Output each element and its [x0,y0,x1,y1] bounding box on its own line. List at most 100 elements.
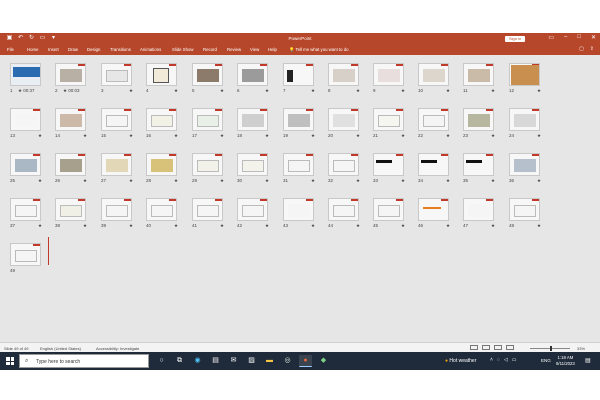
slide-thumbnail-28[interactable]: 28 ★ [146,153,186,195]
slide-thumbnail-43[interactable]: 43 ★ [283,198,323,240]
transition-marker[interactable]: ★ [537,133,541,139]
transition-marker[interactable]: ★ [401,133,405,139]
slide-preview[interactable] [418,153,449,176]
tell-me-search[interactable]: 💡 Tell me what you want to do [289,47,349,53]
slide-preview[interactable] [283,63,314,86]
slide-preview[interactable] [10,153,41,176]
transition-marker[interactable]: ★ [265,178,269,184]
slide-preview[interactable] [192,108,223,131]
slide-preview[interactable] [146,108,177,131]
slide-thumbnail-9[interactable]: 9 ★ [373,63,413,105]
slide-preview[interactable] [101,198,132,221]
slide-thumbnail-37[interactable]: 37 ★ [10,198,50,240]
slide-preview[interactable] [328,198,359,221]
extra-app-icon[interactable]: ◆ [317,355,330,367]
mail-icon[interactable]: ✉ [227,355,240,367]
tab-animations[interactable]: Animations [140,47,161,52]
accessibility-status[interactable]: Accessibility: Investigate [96,346,139,351]
slide-preview[interactable] [418,198,449,221]
reading-view-button[interactable] [494,345,502,350]
slide-show-view-button[interactable] [506,345,514,350]
slide-thumbnail-3[interactable]: 3 ★ [101,63,141,105]
network-icon[interactable]: ◌ [497,357,500,363]
slide-thumbnail-15[interactable]: 15 ★ [101,108,141,150]
tab-review[interactable]: Review [227,47,241,52]
slide-preview[interactable] [418,63,449,86]
transition-marker[interactable]: ★ [220,133,224,139]
slide-thumbnail-24[interactable]: 24 ★ [509,108,549,150]
slide-preview[interactable] [373,108,404,131]
slide-preview[interactable] [328,153,359,176]
slide-preview[interactable] [192,153,223,176]
powerpoint-icon[interactable]: ● [299,355,312,367]
slide-preview[interactable] [237,108,268,131]
notifications-icon[interactable]: ▤ [585,357,591,364]
transition-marker[interactable]: ★ [220,178,224,184]
transition-marker[interactable]: ★ [83,178,87,184]
tab-transitions[interactable]: Transitions [110,47,131,52]
slide-thumbnail-1[interactable]: 1 ★ 00:37 [10,63,50,105]
battery-icon[interactable]: ▭ [512,357,517,363]
slide-thumbnail-16[interactable]: 16 ★ [146,108,186,150]
transition-marker[interactable]: ★ [401,223,405,229]
show-hidden-icons[interactable]: ˄ [490,357,493,363]
slide-preview[interactable] [283,153,314,176]
transition-marker[interactable]: ★ [446,223,450,229]
slide-preview[interactable] [509,63,540,86]
transition-marker[interactable]: ★ [356,178,360,184]
transition-marker[interactable]: ★ [537,178,541,184]
slide-preview[interactable] [463,108,494,131]
slide-thumbnail-27[interactable]: 27 ★ [101,153,141,195]
maximize-icon[interactable]: □ [577,34,581,41]
slide-preview[interactable] [373,198,404,221]
slide-thumbnail-19[interactable]: 19 ★ [283,108,323,150]
photos-icon[interactable]: ▨ [245,355,258,367]
slide-preview[interactable] [509,153,540,176]
transition-marker[interactable]: ★ [537,88,541,94]
transition-marker[interactable]: ★ [174,88,178,94]
transition-marker[interactable]: ★ [311,133,315,139]
transition-marker[interactable]: ★ [83,223,87,229]
slide-thumbnail-7[interactable]: 7 ★ [283,63,323,105]
transition-marker[interactable]: ★ [265,133,269,139]
slide-preview[interactable] [10,198,41,221]
slide-preview[interactable] [101,108,132,131]
slide-thumbnail-44[interactable]: 44 ★ [328,198,368,240]
slide-thumbnail-2[interactable]: 2 ★ 00:03 [55,63,95,105]
slide-thumbnail-26[interactable]: 26 ★ [55,153,95,195]
transition-marker[interactable]: ★ [311,88,315,94]
slide-preview[interactable] [237,153,268,176]
slide-thumbnail-22[interactable]: 22 ★ [418,108,458,150]
slide-thumbnail-12[interactable]: 12 ★ [509,63,549,105]
transition-marker[interactable]: ★ [265,223,269,229]
transition-marker[interactable]: ★ [491,88,495,94]
windows-start-icon[interactable] [6,357,14,365]
slide-thumbnail-6[interactable]: 6 ★ [237,63,277,105]
transition-marker[interactable]: ★ [446,178,450,184]
slide-sorter[interactable]: 1 ★ 00:37 2 ★ 00:03 3 ★ 4 ★ 5 ★ 6 ★ 7 ★ 8 ★ 9 ★ 10 ★ 11 ★ 12 ★ 1… [0,55,600,342]
tab-design[interactable]: Design [87,47,100,52]
transition-marker[interactable]: ★ [537,223,541,229]
slide-thumbnail-14[interactable]: 14 ★ [55,108,95,150]
transition-marker[interactable]: ★ [174,223,178,229]
zoom-level[interactable]: 33% [577,346,585,351]
tab-view[interactable]: View [250,47,259,52]
transition-marker[interactable]: ★ [491,133,495,139]
transition-marker[interactable]: ★ [356,88,360,94]
taskbar-search-box[interactable]: ⌕ Type here to search [19,354,149,368]
slide-thumbnail-13[interactable]: 13 ★ [10,108,50,150]
zoom-slider-knob[interactable] [550,345,552,351]
slide-thumbnail-33[interactable]: 33 ★ [373,153,413,195]
input-language[interactable]: ENG [541,358,551,363]
transition-marker[interactable]: ★ [83,133,87,139]
transition-marker[interactable]: ★ [446,133,450,139]
ribbon-display-icon[interactable]: ▭ [548,34,554,41]
slide-preview[interactable] [237,198,268,221]
volume-icon[interactable]: ◁ [504,357,508,363]
transition-marker[interactable]: ★ [129,88,133,94]
slide-thumbnail-46[interactable]: 46 ★ [418,198,458,240]
slide-thumbnail-25[interactable]: 25 ★ [10,153,50,195]
slide-thumbnail-41[interactable]: 41 ★ [192,198,232,240]
transition-marker[interactable]: ★ [220,88,224,94]
transition-marker[interactable]: ★ [38,133,42,139]
